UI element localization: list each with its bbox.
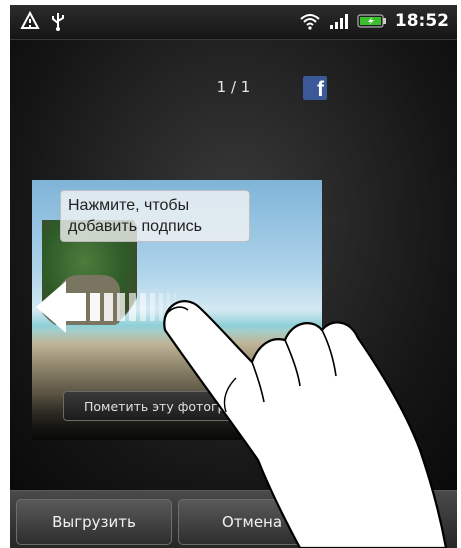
phone-screen: 18:52 1 / 1 f Нажмите, чтобы добавить по… xyxy=(10,5,457,548)
photo-counter: 1 / 1 xyxy=(216,78,251,96)
caption-input[interactable]: Нажмите, чтобы добавить подпись xyxy=(60,190,250,242)
alert-triangle-icon xyxy=(20,11,40,31)
swipe-left-arrow-icon xyxy=(36,281,176,333)
battery-icon xyxy=(357,13,387,29)
usb-icon xyxy=(50,11,66,31)
facebook-icon[interactable]: f xyxy=(303,76,327,100)
signal-icon xyxy=(329,12,349,30)
upload-button[interactable]: Выгрузить xyxy=(16,499,172,545)
status-bar: 18:52 xyxy=(10,5,457,40)
bottom-action-bar: Выгрузить Отмена xyxy=(10,490,457,548)
wifi-icon xyxy=(299,12,321,30)
cancel-button[interactable]: Отмена xyxy=(178,499,326,545)
tag-photo-button[interactable]: Пометить эту фотограф xyxy=(63,391,283,421)
clock-time: 18:52 xyxy=(394,11,449,31)
